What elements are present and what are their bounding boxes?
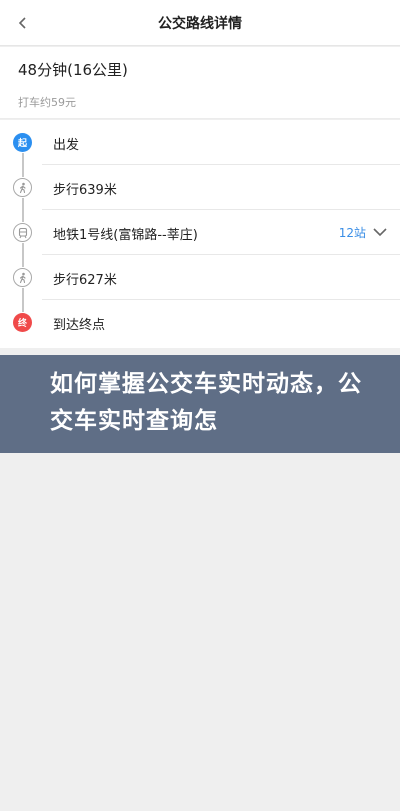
step-label: 出发 (53, 138, 80, 153)
chevron-down-icon[interactable] (372, 224, 388, 240)
step-label: 到达终点 (53, 318, 106, 333)
page-title: 公交路线详情 (158, 16, 242, 32)
step-label: 地铁1号线(富锦路--莘庄) (53, 228, 198, 243)
subway-icon (13, 223, 32, 242)
route-summary: 48分钟(16公里) 打车约59元 (0, 47, 400, 119)
walk-icon (13, 178, 32, 197)
step-label: 步行627米 (53, 273, 117, 288)
route-step-walk: 步行627米 (0, 255, 400, 300)
article-title-banner[interactable]: 如何掌握公交车实时动态，公交车实时查询怎 (0, 355, 400, 453)
app-header: 公交路线详情 (0, 0, 400, 46)
route-steps: 起 出发 步行639米 地铁1号线(富锦路--莘庄) 12站 步行627米 终 … (0, 120, 400, 348)
taxi-fare: 打车约59元 (18, 96, 76, 109)
route-step-subway[interactable]: 地铁1号线(富锦路--莘庄) 12站 (0, 210, 400, 255)
start-marker: 起 (13, 133, 32, 152)
route-step-end: 终 到达终点 (0, 300, 400, 345)
stop-count: 12站 (338, 226, 366, 240)
route-step-walk: 步行639米 (0, 165, 400, 210)
walk-icon (13, 268, 32, 287)
end-marker: 终 (13, 313, 32, 332)
banner-text: 如何掌握公交车实时动态，公交车实时查询怎 (50, 371, 362, 434)
step-label: 步行639米 (53, 183, 117, 198)
route-step-start: 起 出发 (0, 120, 400, 165)
trip-duration: 48分钟(16公里) (18, 61, 128, 79)
